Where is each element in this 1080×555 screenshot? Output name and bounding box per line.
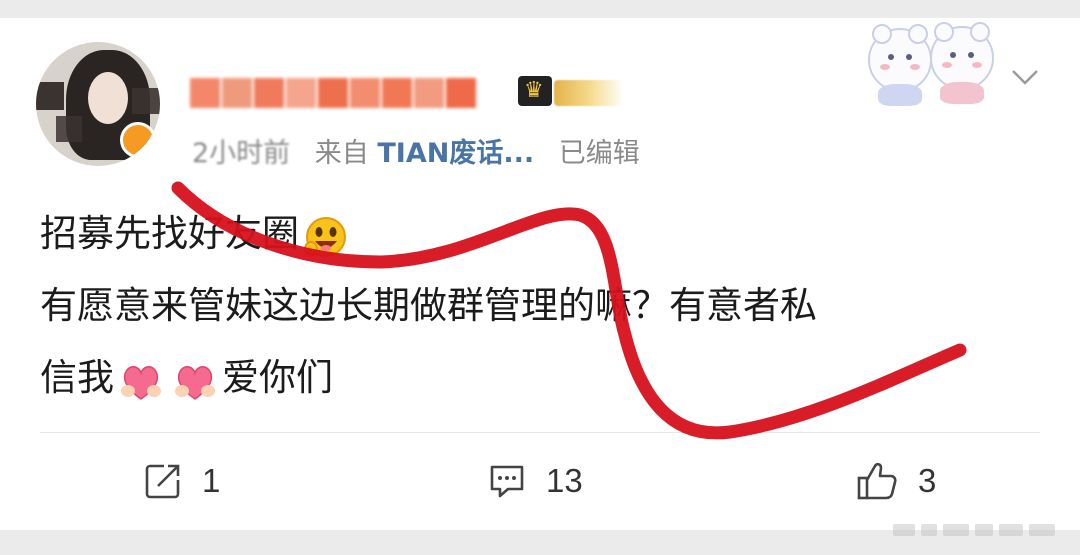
repost-icon: [145, 464, 180, 499]
content-line-3-end: 爱你们: [222, 356, 333, 399]
source-prefix: 来自: [314, 138, 369, 169]
comment-icon: [490, 465, 524, 498]
content-line-2: 有愿意来管妹这边长期做群管理的嘛？有意者私: [40, 284, 817, 327]
content-line-3-start: 信我: [40, 356, 114, 399]
edited-label[interactable]: 已编辑: [559, 138, 640, 169]
bear-sticker-decoration: [862, 22, 1002, 106]
comment-button[interactable]: 13: [488, 456, 583, 506]
watermark: [893, 520, 1059, 540]
grin-face-icon: [303, 213, 349, 259]
avatar[interactable]: [36, 42, 160, 166]
member-level-badge: ♛: [518, 70, 624, 110]
thumbs-up-icon: [857, 462, 897, 500]
source-link[interactable]: TIAN废话...: [377, 138, 534, 169]
chevron-down-icon[interactable]: [1010, 62, 1040, 92]
divider: [40, 432, 1040, 433]
content-line-1: 招募先找好友圈: [40, 212, 299, 255]
like-count: 3: [918, 462, 937, 499]
crown-icon: ♛: [518, 76, 552, 106]
heart-hug-icon: [172, 357, 218, 403]
post-time: 2小时前: [192, 138, 291, 169]
post-meta: 2小时前 来自 TIAN废话... 已编辑: [192, 134, 640, 174]
comment-count: 13: [546, 462, 583, 499]
post-content: 招募先找好友圈 有愿意来管妹这边长期做群管理的嘛？有意者私 信我 爱你们: [40, 198, 1040, 414]
repost-count: 1: [202, 462, 221, 499]
heart-hug-icon: [118, 357, 164, 403]
like-button[interactable]: 3: [856, 456, 936, 506]
repost-button[interactable]: 1: [144, 456, 220, 506]
verified-badge-icon: [120, 122, 156, 158]
username[interactable]: [190, 68, 510, 114]
